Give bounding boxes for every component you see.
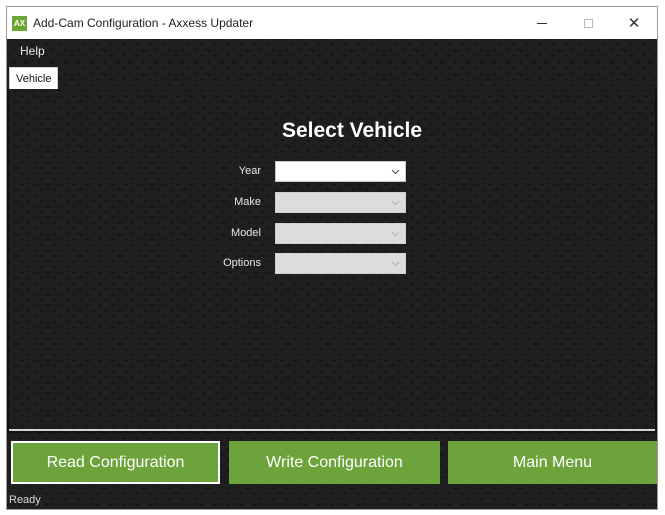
window-controls: ✕ (519, 7, 657, 39)
read-configuration-button[interactable]: Read Configuration (11, 441, 220, 484)
year-select[interactable] (275, 161, 406, 182)
close-button[interactable]: ✕ (611, 7, 657, 39)
app-window: AX Add-Cam Configuration - Axxess Update… (6, 6, 658, 510)
options-row: Options (9, 253, 655, 275)
minimize-icon (537, 22, 547, 24)
model-row: Model (9, 223, 655, 245)
make-row: Make (9, 192, 655, 214)
app-logo-icon: AX (12, 15, 27, 31)
chevron-down-icon (391, 259, 400, 268)
title-bar: AX Add-Cam Configuration - Axxess Update… (7, 7, 657, 39)
model-label: Model (231, 227, 261, 239)
window-title: Add-Cam Configuration - Axxess Updater (33, 16, 254, 30)
status-text: Ready (9, 494, 41, 506)
write-configuration-button[interactable]: Write Configuration (229, 441, 440, 484)
tab-vehicle[interactable]: Vehicle (9, 67, 59, 89)
chevron-down-icon (391, 198, 400, 207)
vehicle-panel: Select Vehicle Year Make Model Options (9, 91, 655, 431)
action-bar: Read Configuration Write Configuration M… (7, 433, 657, 509)
close-icon: ✕ (627, 15, 641, 32)
menu-item-help[interactable]: Help (20, 44, 45, 58)
options-label: Options (223, 257, 261, 269)
maximize-button[interactable] (565, 7, 611, 39)
year-label: Year (238, 165, 261, 177)
tab-strip: Vehicle (7, 63, 657, 91)
year-row: Year (9, 161, 655, 183)
page-title: Select Vehicle (281, 119, 423, 142)
make-label: Make (234, 196, 261, 208)
minimize-button[interactable] (519, 7, 565, 39)
chevron-down-icon (391, 167, 400, 176)
make-select[interactable] (275, 192, 406, 213)
menu-bar: Help (7, 39, 657, 63)
model-select[interactable] (275, 223, 406, 244)
options-select[interactable] (275, 253, 406, 274)
chevron-down-icon (391, 229, 400, 238)
maximize-icon (583, 18, 593, 28)
main-menu-button[interactable]: Main Menu (448, 441, 657, 484)
